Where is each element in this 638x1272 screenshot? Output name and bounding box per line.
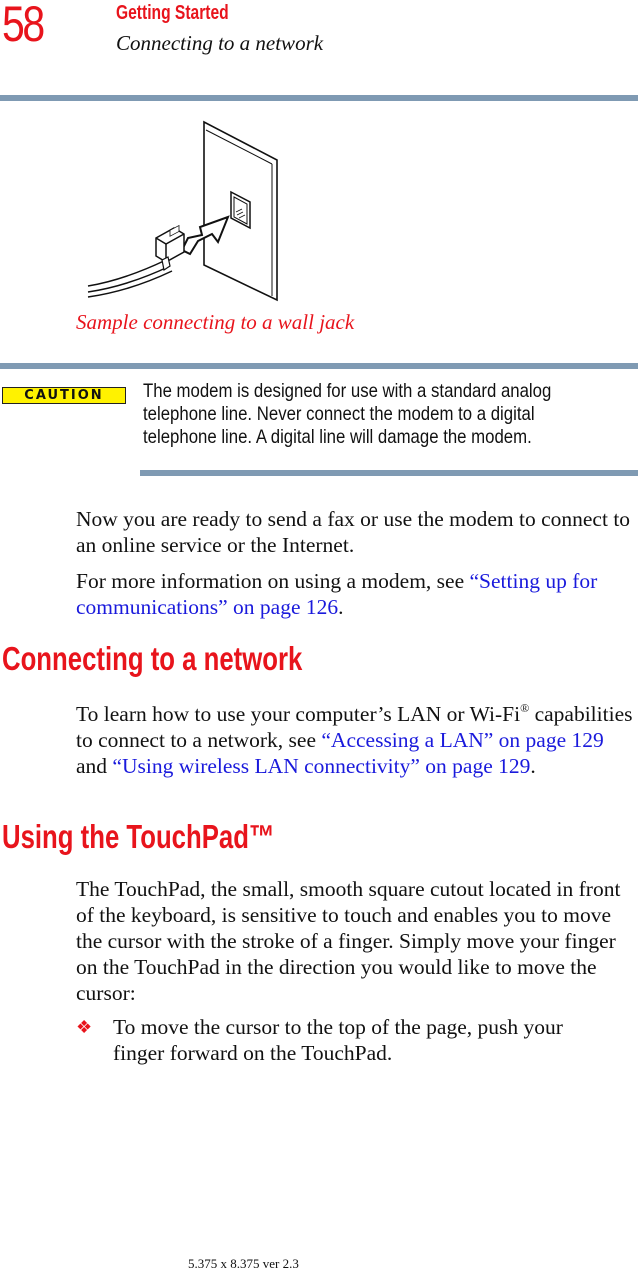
phone-cable-icon bbox=[87, 259, 173, 298]
caution-badge: CAUTION bbox=[2, 387, 126, 404]
figure-caption: Sample connecting to a wall jack bbox=[76, 310, 355, 334]
more-info-text: For more information on using a modem, s… bbox=[76, 569, 470, 593]
bullet-list-item: ❖ To move the cursor to the top of the p… bbox=[76, 1014, 638, 1066]
paragraph-network: To learn how to use your computer’s LAN … bbox=[76, 695, 636, 779]
accessing-lan-link[interactable]: “Accessing a LAN” on page 129 bbox=[321, 728, 603, 752]
phone-cable-to-wall-jack-illustration bbox=[87, 120, 278, 302]
network-text-1: To learn how to use your computer’s LAN … bbox=[76, 702, 521, 726]
network-text-3: and bbox=[76, 754, 113, 778]
more-info-suffix: . bbox=[338, 595, 344, 619]
section-title: Connecting to a network bbox=[116, 31, 324, 55]
chapter-title: Getting Started bbox=[116, 2, 229, 24]
red-diamond-bullet-icon: ❖ bbox=[76, 1017, 93, 1037]
heading-using-touchpad: Using the TouchPad™ bbox=[2, 818, 275, 855]
caution-top-divider bbox=[0, 363, 638, 369]
registered-mark: ® bbox=[520, 701, 530, 715]
page-number: 58 bbox=[2, 0, 45, 52]
wireless-lan-link[interactable]: “Using wireless LAN connectivity” on pag… bbox=[112, 754, 530, 778]
heading-connecting-network: Connecting to a network bbox=[2, 640, 303, 677]
paragraph-touchpad-intro: The TouchPad, the small, smooth square c… bbox=[76, 877, 621, 1005]
caution-bottom-divider bbox=[140, 470, 638, 476]
network-text-4: . bbox=[530, 754, 536, 778]
bullet-text: To move the cursor to the top of the pag… bbox=[113, 1015, 563, 1065]
header-divider bbox=[0, 95, 638, 101]
caution-text: The modem is designed for use with a sta… bbox=[143, 380, 552, 448]
page-footer: 5.375 x 8.375 ver 2.3 bbox=[188, 1256, 299, 1271]
paragraph-ready: Now you are ready to send a fax or use t… bbox=[76, 507, 631, 557]
paragraph-more-info: For more information on using a modem, s… bbox=[76, 568, 638, 620]
